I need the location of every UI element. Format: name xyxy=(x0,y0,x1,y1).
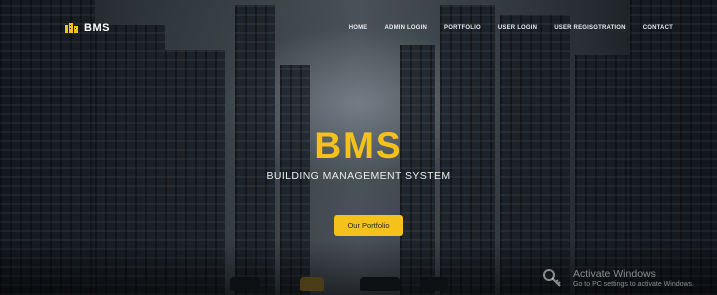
nav-contact[interactable]: CONTACT xyxy=(643,25,673,31)
nav-user-login[interactable]: USER LOGIN xyxy=(498,25,537,31)
brand-name: BMS xyxy=(84,22,110,34)
nav-home[interactable]: HOME xyxy=(349,25,368,31)
car xyxy=(230,277,260,291)
nav-menu: HOME ADMIN LOGIN PORTFOLIO USER LOGIN US… xyxy=(332,25,673,31)
key-icon xyxy=(543,269,561,287)
building-logo-icon xyxy=(65,23,78,33)
nav-admin-login[interactable]: ADMIN LOGIN xyxy=(385,25,428,31)
activate-windows-title: Activate Windows xyxy=(573,268,656,280)
activate-windows-subtitle: Go to PC settings to activate Windows. xyxy=(573,281,694,288)
our-portfolio-button[interactable]: Our Portfolio xyxy=(334,215,403,236)
brand-logo[interactable]: BMS xyxy=(65,22,110,34)
car xyxy=(300,277,324,291)
navbar: BMS HOME ADMIN LOGIN PORTFOLIO USER LOGI… xyxy=(0,0,717,52)
hero-subtitle: BUILDING MANAGEMENT SYSTEM xyxy=(266,170,451,182)
nav-portfolio[interactable]: PORTFOLIO xyxy=(444,25,481,31)
car xyxy=(360,277,400,291)
hero-title: BMS xyxy=(314,125,403,166)
car xyxy=(420,277,448,291)
nav-user-registration[interactable]: USER REGISGTRATION xyxy=(554,25,626,31)
